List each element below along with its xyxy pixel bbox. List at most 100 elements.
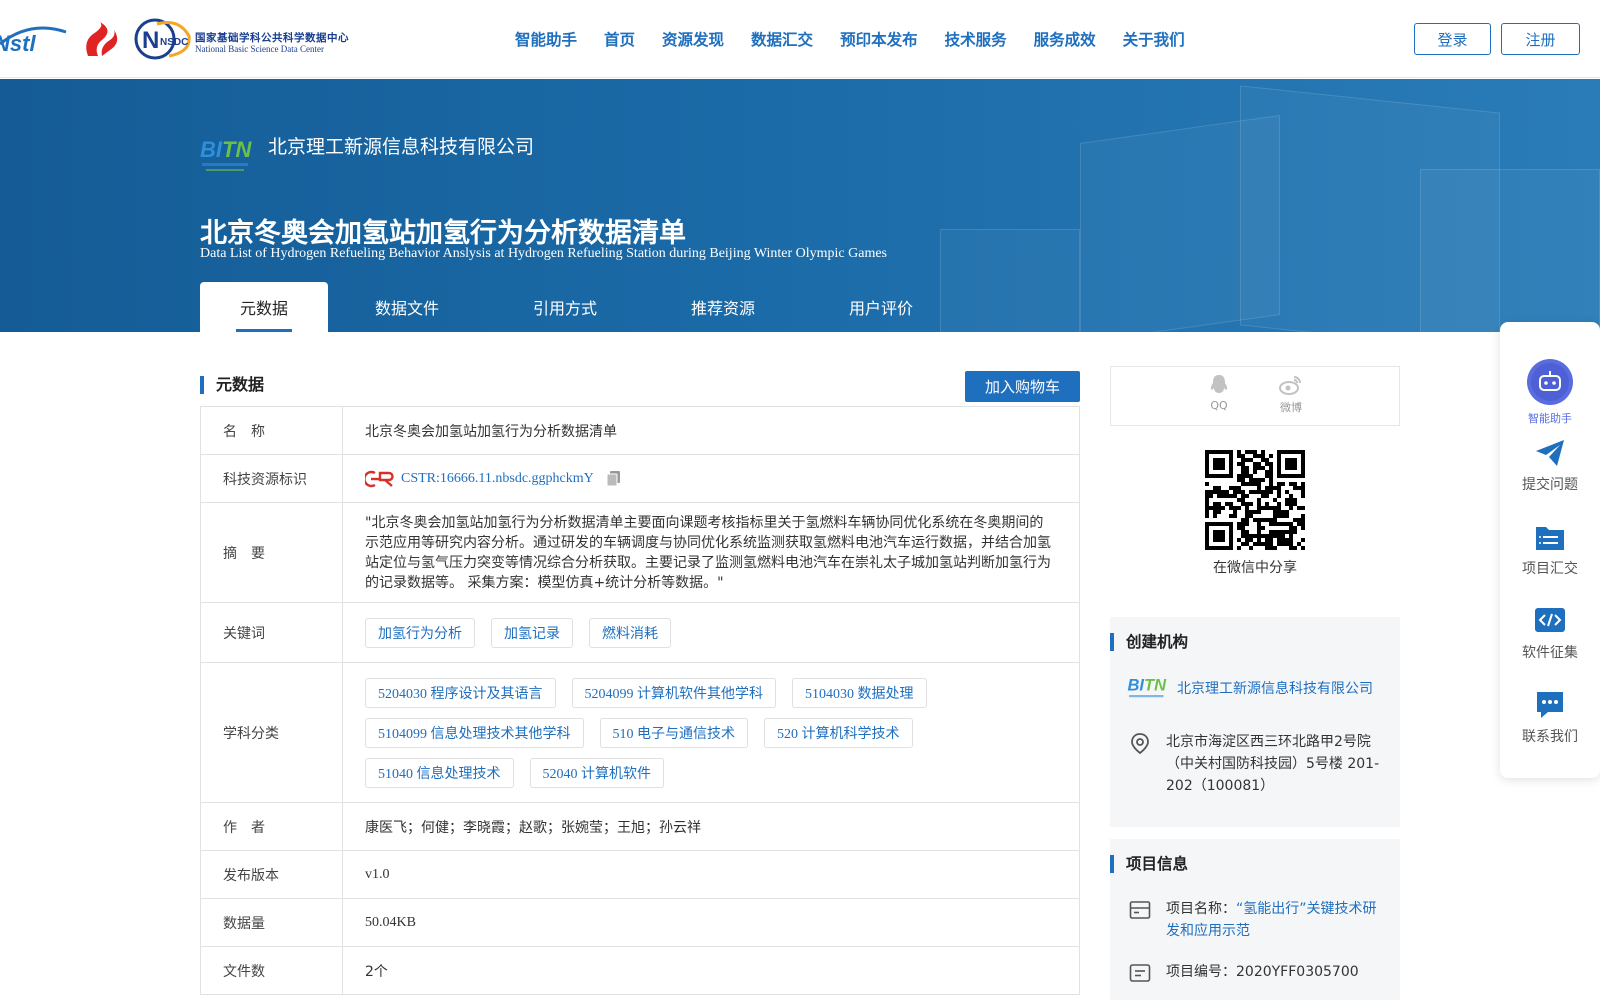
keyword-chip[interactable]: 加氢行为分析 — [365, 617, 475, 648]
project-card: 项目信息 项目名称：“氢能出行”关键技术研发和应用示范 项目编号：2020YFF… — [1110, 839, 1400, 1000]
nav-item-tech-service[interactable]: 技术服务 — [945, 28, 1007, 50]
subject-chip[interactable]: 5204099 计算机软件其他学科 — [571, 677, 776, 708]
files-label: 文件数 — [201, 947, 343, 994]
share-weibo-label: 微博 — [1280, 401, 1302, 414]
subject-chip-list: 5204030 程序设计及其语言 5204099 计算机软件其他学科 51040… — [365, 662, 1057, 804]
banner-decoration — [940, 229, 1080, 332]
float-contact[interactable]: 联系我们 — [1500, 690, 1600, 746]
cas-logo[interactable] — [80, 22, 120, 58]
keyword-chip[interactable]: 燃料消耗 — [589, 617, 671, 648]
name-value: 北京冬奥会加氢站加氢行为分析数据清单 — [365, 423, 617, 440]
weibo-icon — [1279, 376, 1301, 395]
table-row: 科技资源标识 CSTR:16666.11.nbsdc.ggphckmY — [201, 455, 1079, 503]
float-project-collect[interactable]: 项目汇交 — [1500, 522, 1600, 578]
dataset-banner: BI TN 北京理工新源信息科技有限公司 北京冬奥会加氢站加氢行为分析数据清单 … — [0, 79, 1600, 332]
nav-item-home[interactable]: 首页 — [604, 28, 635, 50]
svg-text:TN: TN — [222, 137, 252, 162]
creator-card-title: 创建机构 — [1110, 633, 1400, 651]
folder-list-icon — [1536, 527, 1564, 550]
cstr-link[interactable]: CSTR:16666.11.nbsdc.ggphckmY — [401, 471, 594, 487]
register-button[interactable]: 注册 — [1501, 23, 1580, 55]
subject-chip[interactable]: 52040 计算机软件 — [529, 757, 664, 788]
float-assistant[interactable]: 智能助手 — [1500, 358, 1600, 426]
svg-text:BI: BI — [200, 137, 223, 162]
tab-citation[interactable]: 引用方式 — [486, 282, 644, 332]
table-row: 关键词 加氢行为分析 加氢记录 燃料消耗 — [201, 603, 1079, 663]
subject-chip[interactable]: 5204030 程序设计及其语言 — [365, 677, 556, 708]
login-button[interactable]: 登录 — [1414, 23, 1491, 55]
float-software-collect[interactable]: 软件征集 — [1500, 606, 1600, 662]
cstr-cell: CSTR:16666.11.nbsdc.ggphckmY — [343, 455, 1079, 502]
tab-reviews[interactable]: 用户评价 — [802, 282, 960, 332]
float-collect-label: 项目汇交 — [1522, 561, 1578, 577]
creator-org-link[interactable]: 北京理工新源信息科技有限公司 — [1177, 678, 1373, 700]
tab-data-files[interactable]: 数据文件 — [328, 282, 486, 332]
nav-item-discover[interactable]: 资源发现 — [662, 28, 724, 50]
size-value: 50.04KB — [365, 914, 416, 930]
nstl-logo-text: Nstl — [0, 31, 36, 54]
nsdc-logo[interactable]: N NSDC 国家基础学科公共科学数据中心 National Basic Sci… — [133, 18, 349, 60]
float-submit-label: 提交问题 — [1522, 477, 1578, 493]
org-logo: BI TN — [200, 137, 252, 171]
nsdc-logo-en: National Basic Science Data Center — [195, 44, 324, 54]
add-to-cart-button[interactable]: 加入购物车 — [965, 371, 1080, 402]
table-row: 发布版本 v1.0 — [201, 851, 1079, 899]
copy-icon[interactable] — [606, 470, 622, 488]
tab-metadata[interactable]: 元数据 — [200, 282, 328, 332]
dataset-title-cn: 北京冬奥会加氢站加氢行为分析数据清单 — [200, 218, 686, 249]
svg-text:TN: TN — [1144, 677, 1167, 695]
size-label: 数据量 — [201, 899, 343, 946]
tab-recommended[interactable]: 推荐资源 — [644, 282, 802, 332]
paper-plane-icon — [1536, 440, 1564, 466]
table-row: 作 者 康医飞；何健；李晓霞；赵歌；张婉莹；王旭；孙云祥 — [201, 803, 1079, 851]
float-assistant-label: 智能助手 — [1528, 412, 1572, 425]
wechat-share-caption: 在微信中分享 — [1213, 560, 1297, 576]
version-value: v1.0 — [365, 866, 390, 882]
dataset-title-en: Data List of Hydrogen Refueling Behavior… — [200, 246, 888, 261]
svg-text:BI: BI — [1128, 677, 1145, 695]
nsdc-emblem-icon: N NSDC — [134, 18, 191, 60]
keywords-cell: 加氢行为分析 加氢记录 燃料消耗 — [343, 603, 1079, 662]
nsdc-logo-text: NSDC — [160, 37, 188, 48]
authors-label: 作 者 — [201, 803, 343, 850]
robot-assistant-icon — [1527, 359, 1573, 405]
subject-chip[interactable]: 520 计算机科学技术 — [764, 717, 913, 748]
nstl-logo[interactable]: Nstl — [0, 22, 70, 54]
subjects-cell: 5204030 程序设计及其语言 5204099 计算机软件其他学科 51040… — [343, 663, 1079, 802]
nav-item-assistant[interactable]: 智能助手 — [515, 28, 577, 50]
table-row: 数据量 50.04KB — [201, 899, 1079, 947]
share-qq[interactable]: QQ — [1199, 374, 1239, 412]
banner-decoration — [1420, 169, 1600, 332]
metadata-section-title: 元数据 — [200, 376, 264, 394]
nav-item-outcomes[interactable]: 服务成效 — [1034, 28, 1096, 50]
qq-icon — [1210, 375, 1228, 393]
nav-item-preprint[interactable]: 预印本发布 — [840, 28, 918, 50]
project-code-icon — [1129, 964, 1151, 982]
keyword-chip[interactable]: 加氢记录 — [491, 617, 573, 648]
project-card-title: 项目信息 — [1110, 855, 1400, 873]
abstract-value: "北京冬奥会加氢站加氢行为分析数据清单主要面向课题考核指标里关于氢燃料车辆协同优… — [365, 514, 1051, 591]
share-box: QQ 微博 — [1110, 366, 1400, 426]
project-code: 项目编号：2020YFF0305700 — [1166, 961, 1359, 983]
share-weibo[interactable]: 微博 — [1271, 374, 1311, 415]
float-contact-label: 联系我们 — [1522, 729, 1578, 745]
subject-chip[interactable]: 5104099 信息处理技术其他学科 — [365, 717, 584, 748]
nav-item-about[interactable]: 关于我们 — [1123, 28, 1185, 50]
top-navigation-bar: Nstl N NSDC 国家基础学科公共科学数据中心 National Basi… — [0, 0, 1600, 78]
banner-org-name[interactable]: 北京理工新源信息科技有限公司 — [268, 132, 534, 159]
nav-item-data-submit[interactable]: 数据汇交 — [751, 28, 813, 50]
keywords-label: 关键词 — [201, 603, 343, 662]
subjects-label: 学科分类 — [201, 663, 343, 802]
subject-chip[interactable]: 510 电子与通信技术 — [599, 717, 748, 748]
project-code-label: 项目编号： — [1166, 964, 1236, 980]
dataset-tabs: 元数据 数据文件 引用方式 推荐资源 用户评价 — [200, 282, 960, 332]
wechat-qr-code — [1205, 450, 1305, 550]
svg-text:N: N — [142, 27, 159, 54]
cstr-logo-icon — [365, 470, 394, 487]
project-code-value: 2020YFF0305700 — [1236, 964, 1359, 980]
subject-chip[interactable]: 51040 信息处理技术 — [365, 757, 514, 788]
name-label: 名 称 — [201, 407, 343, 454]
subject-chip[interactable]: 5104030 数据处理 — [792, 677, 927, 708]
version-label: 发布版本 — [201, 851, 343, 898]
float-submit-question[interactable]: 提交问题 — [1500, 438, 1600, 494]
